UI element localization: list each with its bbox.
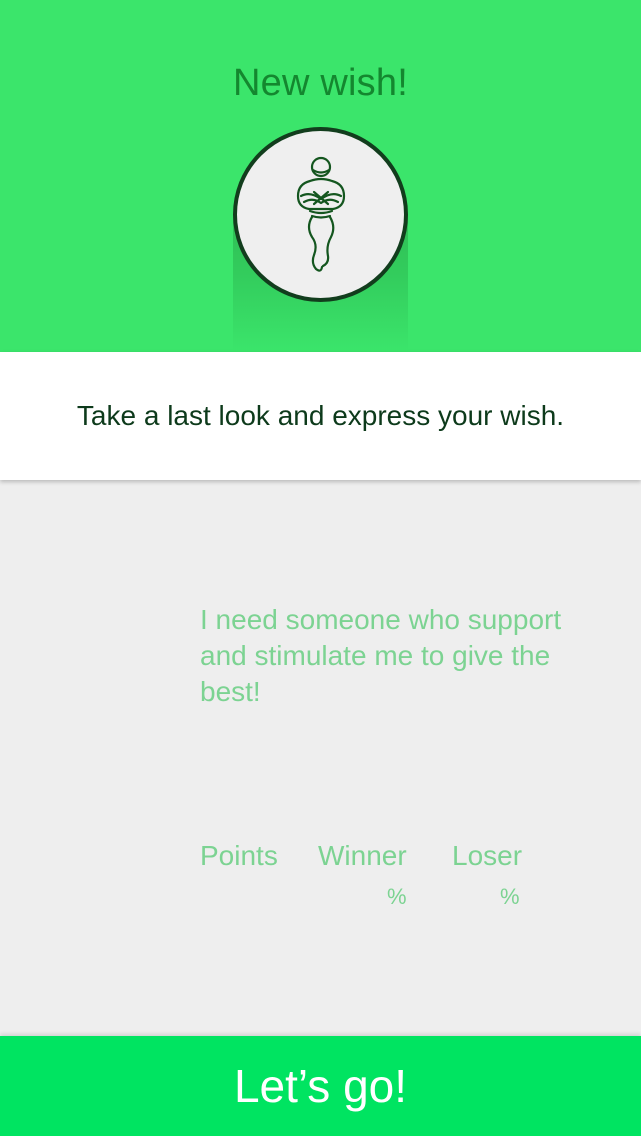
instruction-card: Take a last look and express your wish.	[0, 352, 641, 480]
winner-percent-unit: %	[387, 884, 407, 909]
loser-label: Loser	[452, 840, 523, 871]
winner-label: Winner	[318, 840, 407, 871]
avatar	[233, 127, 408, 302]
new-wish-screen: New wish! Take a last look and express y…	[0, 0, 641, 1136]
loser-percent-unit: %	[500, 884, 520, 909]
instruction-text: Take a last look and express your wish.	[76, 400, 565, 431]
header: New wish!	[0, 0, 641, 352]
genie-icon	[296, 156, 345, 272]
page-title: New wish!	[233, 62, 408, 104]
points-label: Points	[200, 840, 278, 871]
wish-text: I need someone who support and stimulate…	[200, 604, 562, 707]
lets-go-button[interactable]: Let’s go!	[0, 1036, 641, 1136]
